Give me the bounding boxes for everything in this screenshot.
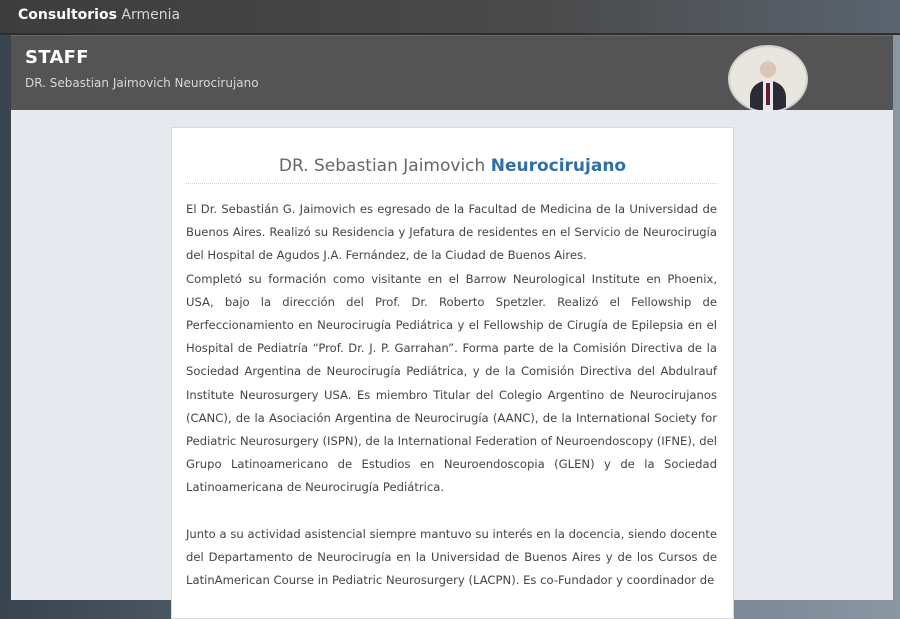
avatar-tie-shape [766,83,770,105]
doctor-name: DR. Sebastian Jaimovich [278,156,486,176]
bio-paragraph: Completó su formación como visitante en … [186,271,717,495]
page-title: STAFF [25,47,89,68]
site-brand[interactable]: Consultorios Armenia [18,7,180,23]
page-subtitle: DR. Sebastian Jaimovich Neurocirujano [25,76,259,90]
page-banner: STAFF DR. Sebastian Jaimovich Neurociruj… [11,35,893,113]
heading-divider [186,183,717,184]
profile-heading: DR. Sebastian Jaimovich Neurocirujano [172,156,733,176]
doctor-bio: El Dr. Sebastián G. Jaimovich es egresad… [186,198,717,592]
profile-card: DR. Sebastian Jaimovich Neurocirujano El… [171,127,734,619]
brand-name: Consultorios [18,7,117,23]
brand-location: Armenia [121,7,181,23]
bio-paragraph: Junto a su actividad asistencial siempre… [186,526,717,588]
top-navbar: Consultorios Armenia [0,0,900,35]
doctor-avatar [728,45,808,113]
bio-paragraph: El Dr. Sebastián G. Jaimovich es egresad… [186,202,717,263]
doctor-specialty: Neurocirujano [490,156,627,176]
